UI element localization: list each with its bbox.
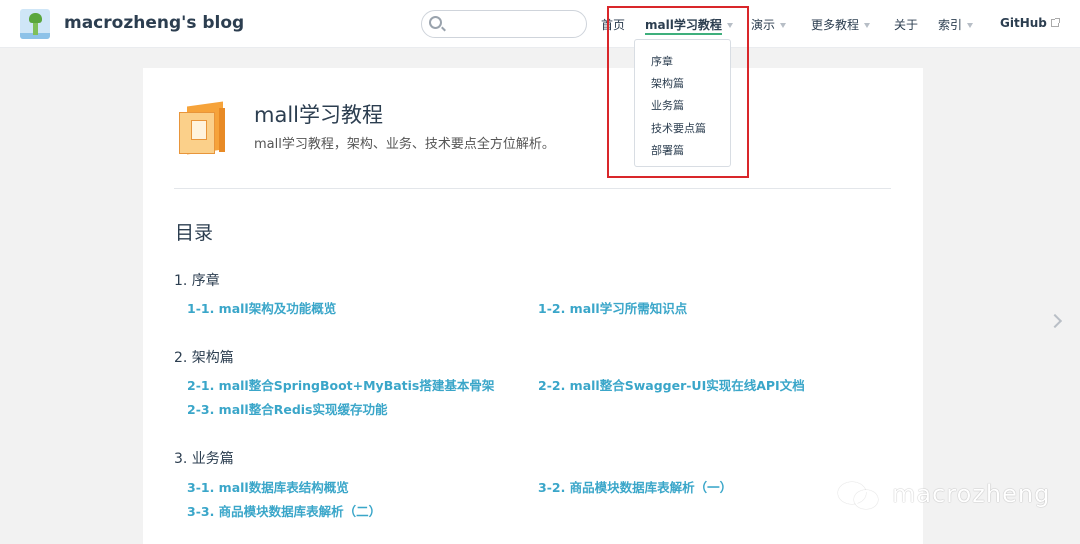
chevron-down-icon bbox=[780, 23, 787, 28]
nav-about[interactable]: 关于 bbox=[894, 16, 918, 33]
content-card: mall学习教程 mall学习教程，架构、业务、技术要点全方位解析。 目录 1.… bbox=[143, 68, 923, 544]
search-box[interactable] bbox=[421, 10, 587, 38]
chevron-down-icon bbox=[967, 23, 974, 28]
search-icon bbox=[429, 16, 442, 29]
toc-link[interactable]: 2-1. mall整合SpringBoot+MyBatis搭建基本骨架 bbox=[187, 375, 494, 394]
site-name[interactable]: macrozheng's blog bbox=[64, 13, 244, 33]
nav-demo-label: 演示 bbox=[751, 18, 776, 32]
toc-link[interactable]: 2-3. mall整合Redis实现缓存功能 bbox=[187, 399, 388, 418]
nav-index-label: 索引 bbox=[938, 18, 963, 32]
nav-demo[interactable]: 演示 bbox=[751, 16, 787, 33]
toc-link[interactable]: 3-3. 商品模块数据库表解析（二） bbox=[187, 501, 381, 520]
nav-github[interactable]: GitHub bbox=[1000, 16, 1060, 30]
watermark-text: macrozheng bbox=[892, 480, 1051, 508]
nav-index[interactable]: 索引 bbox=[938, 16, 974, 33]
wechat-icon bbox=[838, 480, 884, 514]
toc-link[interactable]: 2-2. mall整合Swagger-UI实现在线API文档 bbox=[538, 375, 805, 394]
navbar: macrozheng's blog 首页 mall学习教程 演示 更多教程 关于… bbox=[0, 0, 1080, 48]
nav-github-label: GitHub bbox=[1000, 16, 1047, 30]
page-description: mall学习教程，架构、业务、技术要点全方位解析。 bbox=[254, 137, 555, 152]
toc-link[interactable]: 3-1. mall数据库表结构概览 bbox=[187, 477, 349, 496]
chevron-right-icon[interactable] bbox=[1047, 313, 1063, 329]
chevron-down-icon bbox=[864, 23, 871, 28]
toc-section-title: 3. 业务篇 bbox=[174, 451, 234, 467]
toc-section-title: 1. 序章 bbox=[174, 273, 220, 289]
toc-link[interactable]: 1-2. mall学习所需知识点 bbox=[538, 298, 687, 317]
toc-link[interactable]: 3-2. 商品模块数据库表解析（一） bbox=[538, 477, 732, 496]
divider bbox=[174, 188, 891, 189]
toc-link[interactable]: 1-1. mall架构及功能概览 bbox=[187, 298, 336, 317]
toc-section-title: 2. 架构篇 bbox=[174, 350, 234, 366]
annotation-highlight-box bbox=[607, 6, 749, 178]
external-link-icon bbox=[1050, 18, 1060, 27]
book-icon bbox=[177, 101, 233, 156]
nav-more-tutorials-label: 更多教程 bbox=[811, 18, 860, 32]
search-input[interactable] bbox=[446, 14, 582, 34]
watermark: macrozheng bbox=[838, 474, 1058, 518]
toc-title: 目录 bbox=[175, 222, 214, 244]
avatar-logo-icon[interactable] bbox=[20, 9, 50, 39]
page-title: mall学习教程 bbox=[254, 103, 383, 127]
nav-more-tutorials[interactable]: 更多教程 bbox=[811, 16, 871, 33]
